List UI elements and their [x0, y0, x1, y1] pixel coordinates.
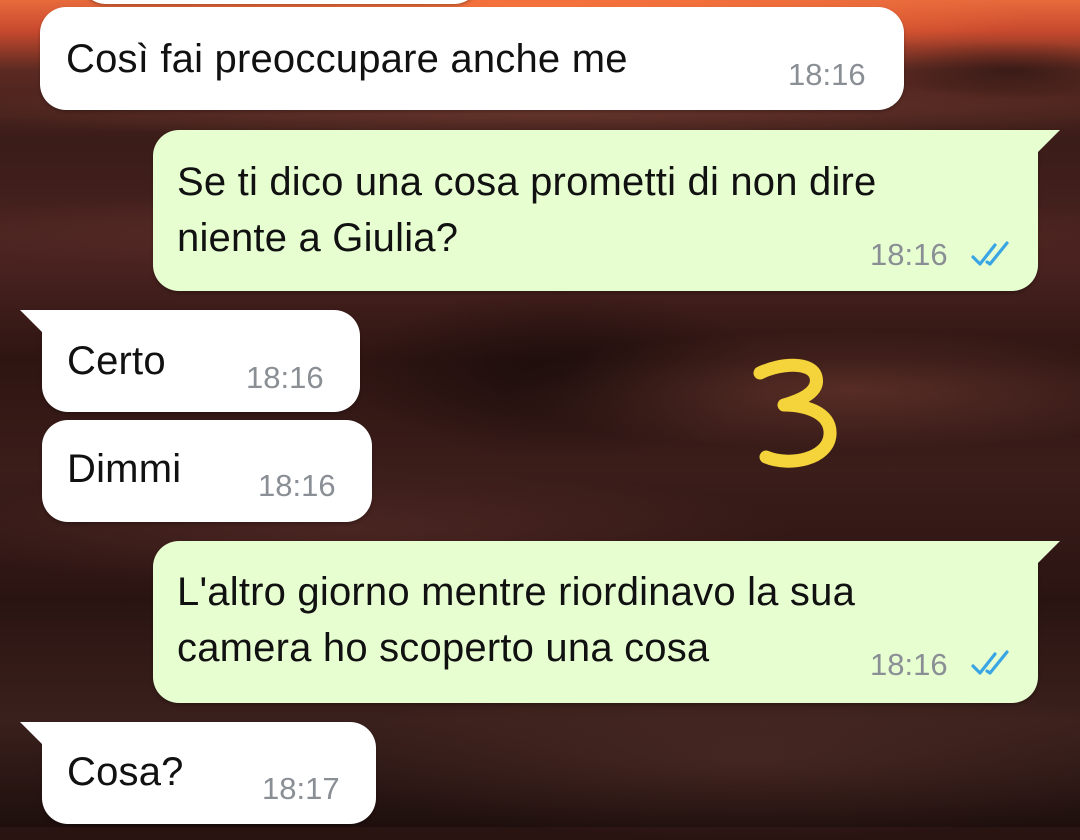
message-text: L'altro giorno mentre riordinavo la sua … — [177, 570, 856, 670]
message-bubble-partial — [80, 0, 480, 4]
message-text: Dimmi — [67, 447, 182, 491]
message-bubble-incoming[interactable]: Dimmi 18:16 — [42, 420, 372, 522]
message-bubble-incoming[interactable]: Certo 18:16 — [20, 310, 360, 412]
bubble-tail — [1034, 541, 1060, 567]
handwritten-three-drawing — [753, 358, 837, 468]
message-text: Cosa? — [67, 750, 184, 794]
message-bubble-outgoing[interactable]: Se ti dico una cosa prometti di non dire… — [153, 130, 1060, 291]
message-timestamp: 18:16 — [870, 237, 948, 272]
handwritten-number-overlay: 3 — [750, 355, 850, 475]
message-bubble-outgoing[interactable]: L'altro giorno mentre riordinavo la sua … — [153, 541, 1060, 703]
double-check-icon — [971, 650, 1009, 675]
message-timestamp: 18:16 — [258, 468, 336, 503]
message-timestamp: 18:16 — [788, 57, 866, 92]
message-bubble-incoming[interactable]: Così fai preoccupare anche me 18:16 — [40, 7, 904, 110]
bubble-tail — [20, 310, 46, 336]
bubble-tail — [1034, 130, 1060, 156]
message-text: Così fai preoccupare anche me — [66, 37, 628, 81]
message-timestamp: 18:17 — [262, 771, 340, 806]
bubble-tail — [20, 722, 46, 748]
message-bubble-incoming[interactable]: Cosa? 18:17 — [20, 722, 376, 824]
message-timestamp: 18:16 — [870, 647, 948, 682]
message-text: Se ti dico una cosa prometti di non dire… — [177, 160, 877, 260]
message-timestamp: 18:16 — [246, 360, 324, 395]
message-text: Certo — [67, 339, 166, 383]
double-check-icon — [971, 241, 1009, 266]
